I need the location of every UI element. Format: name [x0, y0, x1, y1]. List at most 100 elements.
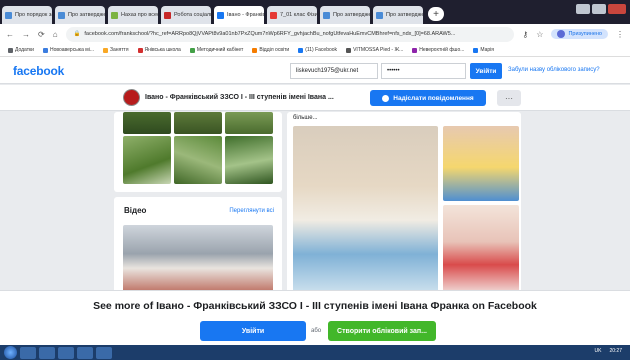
browser-tab[interactable]: Про затвердження× [55, 6, 105, 24]
bookmark-item[interactable]: Новоаверсыка мі... [42, 47, 94, 53]
bookmark-item[interactable]: Відділ освіти [252, 47, 289, 53]
see-more-text[interactable]: більше... [293, 115, 318, 121]
tab-favicon-icon [164, 11, 171, 19]
home-icon[interactable]: ⌂ [53, 30, 58, 39]
bookmark-item[interactable]: Заняття [102, 47, 129, 53]
tab-label: Про порядок загс [15, 12, 52, 18]
browser-tab-strip: Про порядок загс×Про затвердження×Нахаз … [0, 0, 630, 24]
post-photo-main[interactable] [293, 126, 438, 297]
bookmark-item[interactable]: (11) Facebook [298, 47, 337, 53]
bookmark-label: Відділ освіти [259, 47, 290, 53]
facebook-logo[interactable]: facebook [13, 64, 64, 78]
bookmark-icon [137, 47, 143, 53]
password-field[interactable]: •••••• [381, 63, 466, 79]
video-thumbnail[interactable] [123, 225, 273, 297]
tab-label: 7_01 клас Фізика [280, 12, 317, 18]
tab-favicon-icon [5, 11, 12, 19]
taskbar: UK 20:27 [0, 345, 630, 360]
forward-icon[interactable]: → [22, 30, 30, 39]
or-label: або [311, 328, 322, 334]
forgot-account-link[interactable]: Забули назву облікового запису? [508, 67, 600, 73]
bookmark-icon [42, 47, 48, 53]
taskbar-app[interactable] [77, 346, 93, 359]
bookmark-item[interactable]: Янівська школа [137, 47, 181, 53]
banner-login-button[interactable]: Увійти [200, 321, 306, 341]
tab-label: Івано - Франківськ [227, 12, 264, 18]
taskbar-app[interactable] [39, 346, 55, 359]
photo-thumbnail[interactable] [174, 136, 222, 184]
create-account-button[interactable]: Створити обліковий зап... [328, 321, 436, 341]
tab-favicon-icon [58, 11, 65, 19]
bookmark-icon [189, 47, 195, 53]
post-photo[interactable] [443, 205, 519, 297]
bookmark-label: Заняття [109, 47, 129, 53]
photo-thumbnail[interactable] [174, 112, 222, 134]
header-login-button[interactable]: Увійти [470, 63, 502, 79]
close-window-button[interactable] [608, 4, 626, 14]
photo-thumbnail[interactable] [225, 112, 273, 134]
bookmark-item[interactable]: Марія [473, 47, 494, 53]
bookmark-item[interactable]: Методичний кабінет [189, 47, 244, 53]
email-field[interactable]: liskevuch1975@ukr.net [290, 63, 378, 79]
browser-tab[interactable]: Робота соціально× [161, 6, 211, 24]
minimize-button[interactable] [576, 4, 590, 14]
photo-thumbnail[interactable] [225, 136, 273, 184]
key-icon[interactable]: ⚷ [522, 30, 528, 39]
tab-favicon-icon [217, 11, 224, 19]
maximize-button[interactable] [592, 4, 606, 14]
bookmark-item[interactable]: Додатки [8, 47, 34, 53]
post-photo[interactable] [443, 126, 519, 201]
new-tab-button[interactable]: + [428, 7, 444, 21]
bookmark-label: Марія [480, 47, 494, 53]
browser-tab[interactable]: Про порядок загс× [2, 6, 52, 24]
window-controls [576, 4, 626, 14]
tab-label: Про затвердження [68, 12, 105, 18]
tab-label: Робота соціально [174, 12, 211, 18]
clock[interactable]: 20:27 [609, 348, 622, 354]
browser-tab[interactable]: Івано - Франківськ× [214, 6, 264, 24]
back-icon[interactable]: ← [6, 30, 14, 39]
taskbar-app[interactable] [58, 346, 74, 359]
tab-label: Про затвердження [386, 12, 423, 18]
start-button[interactable] [4, 346, 17, 359]
bookmark-icon [412, 47, 418, 53]
url-input[interactable]: 🔒 facebook.com/frankschool/?hc_ref=ARRpo8… [65, 26, 515, 42]
browser-tab[interactable]: Про затвердження× [320, 6, 370, 24]
bookmark-icon [102, 47, 108, 53]
bookmark-icon [252, 47, 258, 53]
see-all-videos-link[interactable]: Переглянути всі [229, 208, 274, 214]
star-icon[interactable]: ☆ [536, 30, 543, 39]
browser-tab[interactable]: 7_01 клас Фізика× [267, 6, 317, 24]
browser-tab[interactable]: Про затвердження× [373, 6, 423, 24]
photo-thumbnail[interactable] [123, 112, 171, 134]
page-title[interactable]: Івано - Франківський ЗЗСО І - ІІІ ступен… [145, 94, 334, 101]
browser-tab[interactable]: Нахаз про всесвітн× [108, 6, 158, 24]
bookmark-label: Методичний кабінет [196, 47, 244, 53]
post-card: більше... [287, 112, 521, 297]
bookmark-icon [346, 47, 352, 53]
taskbar-app[interactable] [20, 346, 36, 359]
taskbar-app[interactable] [96, 346, 112, 359]
bookmark-label: Неверохтній фшо... [419, 47, 465, 53]
see-more-title: See more of Івано - Франківський ЗЗСО І … [93, 300, 537, 312]
page-avatar[interactable] [123, 89, 140, 106]
tab-favicon-icon [111, 11, 118, 19]
bookmark-item[interactable]: VITMOSSA Pied - Ж... [346, 47, 403, 53]
tab-label: Про затвердження [333, 12, 370, 18]
send-message-button[interactable]: Надіслати повідомлення [370, 90, 486, 106]
photo-thumbnail[interactable] [123, 136, 171, 184]
reload-icon[interactable]: ⟳ [38, 30, 45, 39]
more-options-button[interactable]: ··· [497, 90, 521, 106]
tab-favicon-icon [270, 11, 277, 19]
bookmark-item[interactable]: Неверохтній фшо... [412, 47, 464, 53]
bookmark-label: Янівська школа [144, 47, 181, 53]
address-bar-row: ← → ⟳ ⌂ 🔒 facebook.com/frankschool/?hc_re… [0, 24, 630, 44]
menu-icon[interactable]: ⋮ [616, 30, 624, 39]
profile-button[interactable]: Призупинено [551, 29, 608, 39]
tab-favicon-icon [323, 11, 330, 19]
language-indicator[interactable]: UK [595, 348, 602, 354]
system-tray: UK 20:27 [595, 348, 622, 354]
tab-label: Нахаз про всесвітн [121, 12, 158, 18]
photos-card [114, 112, 282, 192]
videos-title: Відео [124, 206, 147, 215]
